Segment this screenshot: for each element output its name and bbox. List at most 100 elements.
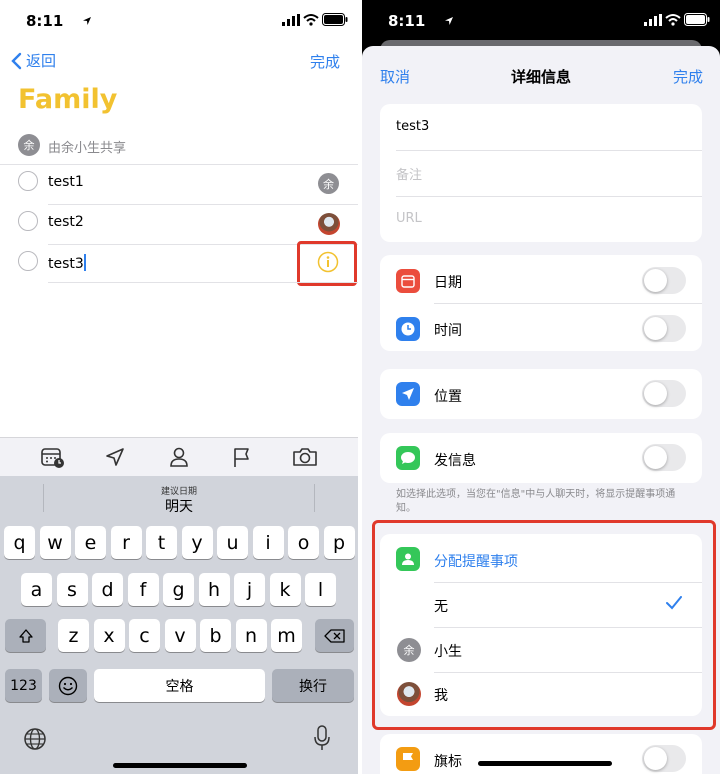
divider: [48, 204, 358, 205]
home-indicator: [478, 761, 612, 766]
divider: [396, 196, 702, 197]
done-button[interactable]: 完成: [310, 51, 340, 72]
title-field[interactable]: test3: [396, 119, 429, 134]
quick-toolbar: [0, 437, 358, 477]
date-toggle[interactable]: [642, 267, 686, 294]
calendar-clock-icon[interactable]: [41, 447, 65, 469]
key-y[interactable]: y: [181, 526, 213, 559]
key-u[interactable]: u: [217, 526, 248, 559]
signal-icon: [644, 14, 662, 26]
flag-icon[interactable]: [232, 446, 252, 468]
date-time-card: 日期 时间: [380, 255, 702, 351]
key-r[interactable]: r: [110, 526, 142, 559]
numbers-key[interactable]: 123: [5, 669, 42, 702]
key-l[interactable]: l: [305, 573, 336, 606]
divider: [396, 150, 702, 151]
flag-icon: [396, 747, 420, 771]
key-w[interactable]: w: [39, 526, 71, 559]
key-s[interactable]: s: [56, 573, 88, 606]
location-arrow-icon: [445, 17, 453, 25]
task-title[interactable]: test1: [48, 174, 84, 190]
flag-card: 旗标: [380, 734, 702, 774]
key-j[interactable]: j: [234, 573, 265, 606]
divider: [434, 303, 702, 304]
key-a[interactable]: a: [21, 573, 52, 606]
task-complete-circle[interactable]: [18, 251, 38, 271]
location-arrow-icon: [83, 17, 91, 25]
done-button[interactable]: 完成: [673, 66, 703, 87]
notes-field[interactable]: 备注: [396, 164, 422, 183]
emoji-key[interactable]: [49, 669, 87, 702]
flag-toggle[interactable]: [642, 745, 686, 772]
key-x[interactable]: x: [93, 619, 125, 652]
time-toggle[interactable]: [642, 315, 686, 342]
signal-icon: [282, 14, 300, 26]
key-d[interactable]: d: [92, 573, 123, 606]
text-fields-card: test3 备注 URL: [380, 104, 702, 242]
reminders-list-screen: 8:11 返回 完成 Family 余 由余小生共享 test1 余 test2…: [0, 0, 358, 774]
flag-label: 旗标: [434, 754, 462, 770]
camera-icon[interactable]: [292, 446, 318, 468]
home-indicator: [113, 763, 247, 768]
key-e[interactable]: e: [75, 526, 106, 559]
location-toggle[interactable]: [642, 380, 686, 407]
shift-key[interactable]: [5, 619, 46, 652]
location-icon: [396, 382, 420, 406]
key-k[interactable]: k: [269, 573, 301, 606]
task-complete-circle[interactable]: [18, 211, 38, 231]
message-card: 发信息: [380, 433, 702, 483]
url-field[interactable]: URL: [396, 211, 422, 226]
key-t[interactable]: t: [146, 526, 177, 559]
delete-key[interactable]: [315, 619, 354, 652]
key-b[interactable]: b: [200, 619, 231, 652]
divider: [0, 164, 358, 165]
back-button[interactable]: 返回: [10, 50, 56, 71]
sheet-title: 详细信息: [510, 68, 571, 86]
space-key[interactable]: 空格: [94, 669, 265, 702]
battery-icon: [684, 13, 710, 26]
status-time: 8:11: [26, 12, 64, 30]
task-complete-circle[interactable]: [18, 171, 38, 191]
key-p[interactable]: p: [323, 526, 355, 559]
location-icon[interactable]: [105, 447, 125, 467]
message-footnote: 如选择此选项，当您在"信息"中与人聊天时，将显示提醒事项通知。: [396, 489, 676, 514]
person-icon[interactable]: [169, 446, 189, 468]
microphone-icon[interactable]: [313, 725, 331, 751]
key-m[interactable]: m: [271, 619, 302, 652]
battery-icon: [322, 13, 348, 26]
reminder-details-screen: 8:11 取消 详细信息 完成 test3 备注 URL 日期 时间 位置 发信…: [362, 0, 720, 774]
wifi-icon: [665, 14, 681, 26]
wifi-icon: [303, 14, 319, 26]
key-i[interactable]: i: [252, 526, 284, 559]
info-icon[interactable]: [317, 251, 339, 273]
globe-icon[interactable]: [23, 727, 47, 751]
suggestion-button[interactable]: 明天: [0, 496, 358, 516]
emoji-icon: [58, 676, 78, 695]
key-h[interactable]: h: [198, 573, 230, 606]
task-title[interactable]: test2: [48, 214, 84, 230]
chevron-left-icon: [11, 52, 22, 69]
message-toggle[interactable]: [642, 444, 686, 471]
key-v[interactable]: v: [164, 619, 196, 652]
key-n[interactable]: n: [235, 619, 267, 652]
task-title: test3: [48, 256, 84, 272]
message-icon: [396, 446, 420, 470]
calendar-icon: [396, 269, 420, 293]
key-z[interactable]: z: [58, 619, 89, 652]
return-key[interactable]: 换行: [272, 669, 354, 702]
date-label: 日期: [434, 275, 462, 291]
location-label: 位置: [434, 389, 462, 405]
key-c[interactable]: c: [129, 619, 160, 652]
key-f[interactable]: f: [127, 573, 159, 606]
key-o[interactable]: o: [288, 526, 319, 559]
task-title-input[interactable]: test3: [48, 254, 86, 272]
text-cursor: [83, 254, 86, 271]
backspace-icon: [323, 628, 345, 643]
avatar: 余: [318, 173, 339, 194]
message-label: 发信息: [434, 453, 476, 469]
avatar: 余: [18, 134, 40, 156]
back-label: 返回: [26, 52, 57, 70]
shared-by-label: 由余小生共享: [48, 141, 127, 156]
key-q[interactable]: q: [4, 526, 35, 559]
key-g[interactable]: g: [163, 573, 194, 606]
